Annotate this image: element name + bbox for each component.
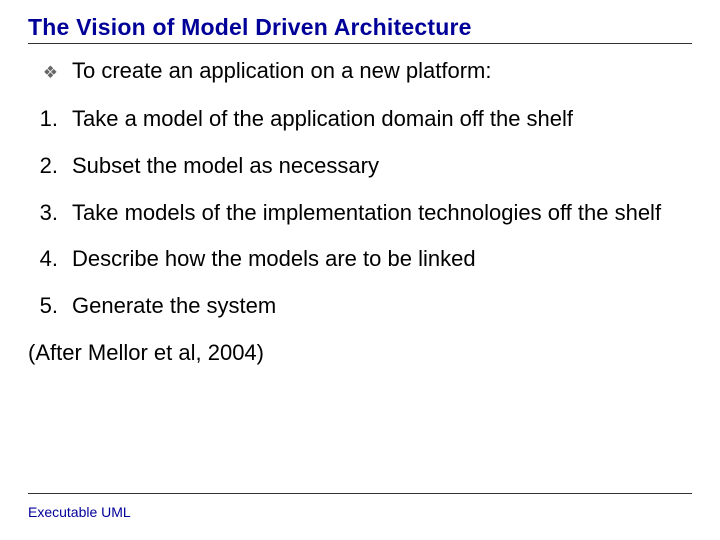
footer-divider <box>28 493 692 494</box>
step-row-4: 4. Describe how the models are to be lin… <box>28 246 692 273</box>
slide-content: ❖ To create an application on a new plat… <box>28 58 692 367</box>
step-number: 2. <box>28 153 72 180</box>
step-text: Take a model of the application domain o… <box>72 106 692 133</box>
step-text: Take models of the implementation techno… <box>72 200 692 227</box>
step-number: 4. <box>28 246 72 273</box>
step-row-3: 3. Take models of the implementation tec… <box>28 200 692 227</box>
intro-bullet-row: ❖ To create an application on a new plat… <box>28 58 692 86</box>
diamond-bullet-icon: ❖ <box>43 60 58 86</box>
step-number: 1. <box>28 106 72 133</box>
step-number: 3. <box>28 200 72 227</box>
step-number: 5. <box>28 293 72 320</box>
step-text: Generate the system <box>72 293 692 320</box>
slide: The Vision of Model Driven Architecture … <box>0 0 720 540</box>
step-text: Subset the model as necessary <box>72 153 692 180</box>
slide-title: The Vision of Model Driven Architecture <box>28 14 692 41</box>
step-row-1: 1. Take a model of the application domai… <box>28 106 692 133</box>
bullet-marker-col: ❖ <box>28 58 72 86</box>
step-text: Describe how the models are to be linked <box>72 246 692 273</box>
title-divider <box>28 43 692 44</box>
intro-bullet-text: To create an application on a new platfo… <box>72 58 692 85</box>
step-row-5: 5. Generate the system <box>28 293 692 320</box>
step-row-2: 2. Subset the model as necessary <box>28 153 692 180</box>
footer-text: Executable UML <box>28 504 131 520</box>
attribution-text: (After Mellor et al, 2004) <box>28 340 692 367</box>
